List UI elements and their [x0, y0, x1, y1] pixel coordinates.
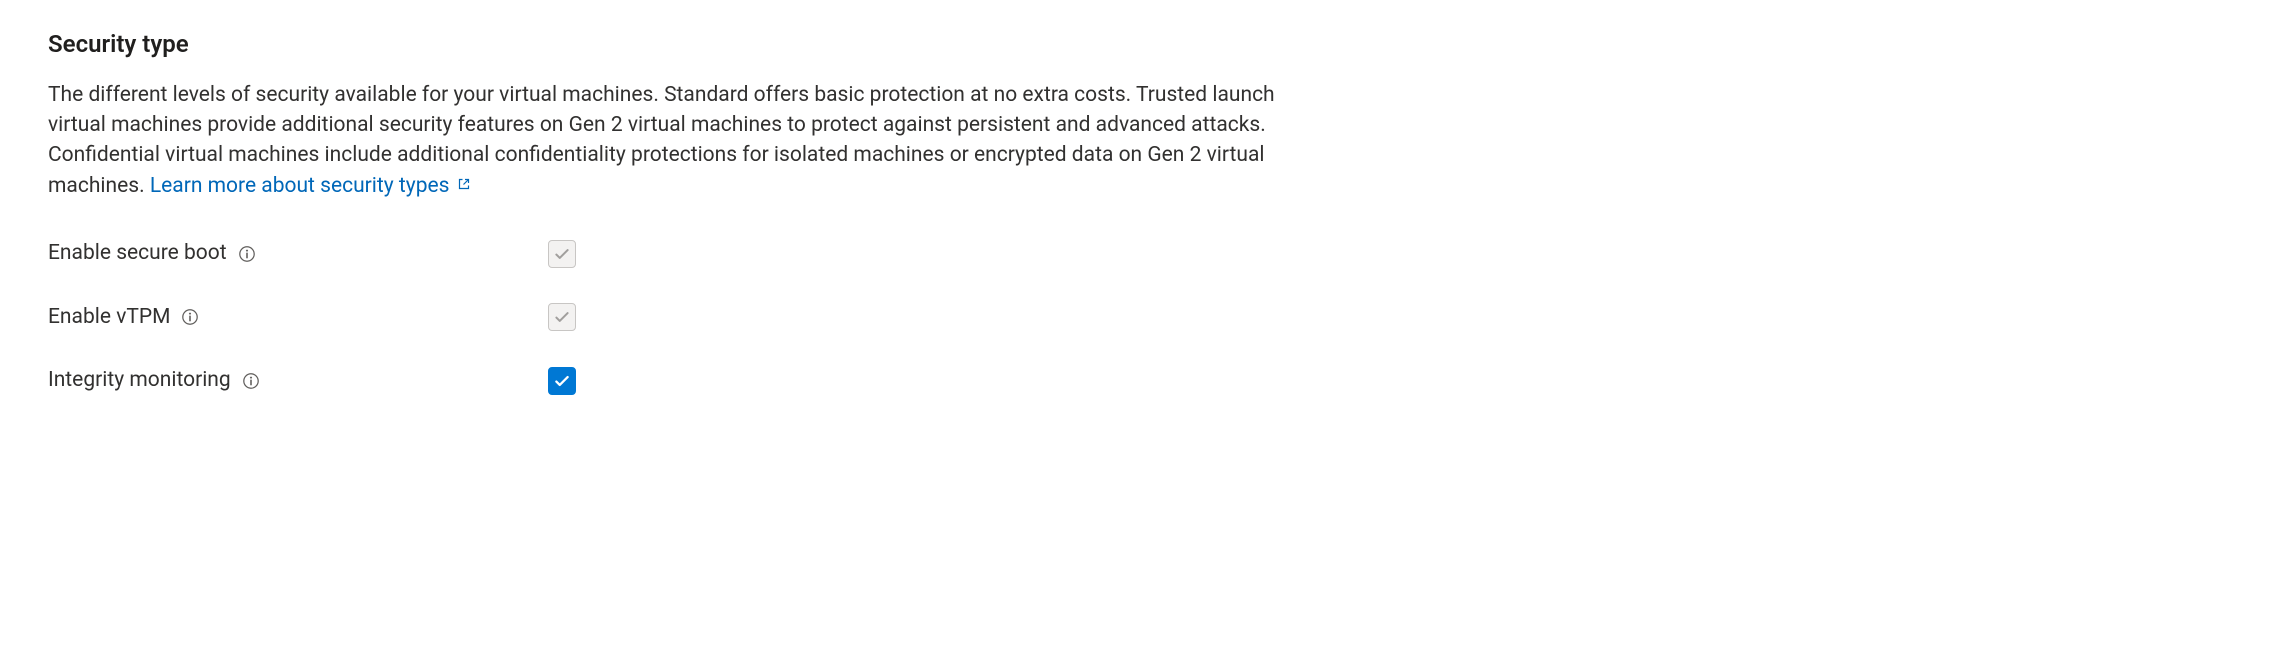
label-integrity-text: Integrity monitoring	[48, 366, 231, 395]
label-vtpm-text: Enable vTPM	[48, 303, 170, 332]
checkbox-secure-boot	[548, 240, 576, 268]
external-link-icon	[456, 171, 472, 201]
label-integrity: Integrity monitoring	[48, 366, 548, 395]
section-description: The different levels of security availab…	[48, 80, 1278, 202]
row-integrity: Integrity monitoring	[48, 366, 2240, 395]
row-vtpm: Enable vTPM	[48, 303, 2240, 332]
label-secure-boot: Enable secure boot	[48, 239, 548, 268]
section-title: Security type	[48, 28, 2240, 62]
security-type-section: Security type The different levels of se…	[48, 28, 2240, 396]
learn-more-link[interactable]: Learn more about security types	[150, 171, 472, 201]
label-secure-boot-text: Enable secure boot	[48, 239, 227, 268]
row-secure-boot: Enable secure boot	[48, 239, 2240, 268]
label-vtpm: Enable vTPM	[48, 303, 548, 332]
learn-more-link-label: Learn more about security types	[150, 171, 450, 201]
info-icon[interactable]	[241, 371, 261, 391]
info-icon[interactable]	[237, 244, 257, 264]
checkbox-integrity[interactable]	[548, 367, 576, 395]
checkbox-vtpm	[548, 303, 576, 331]
info-icon[interactable]	[180, 307, 200, 327]
